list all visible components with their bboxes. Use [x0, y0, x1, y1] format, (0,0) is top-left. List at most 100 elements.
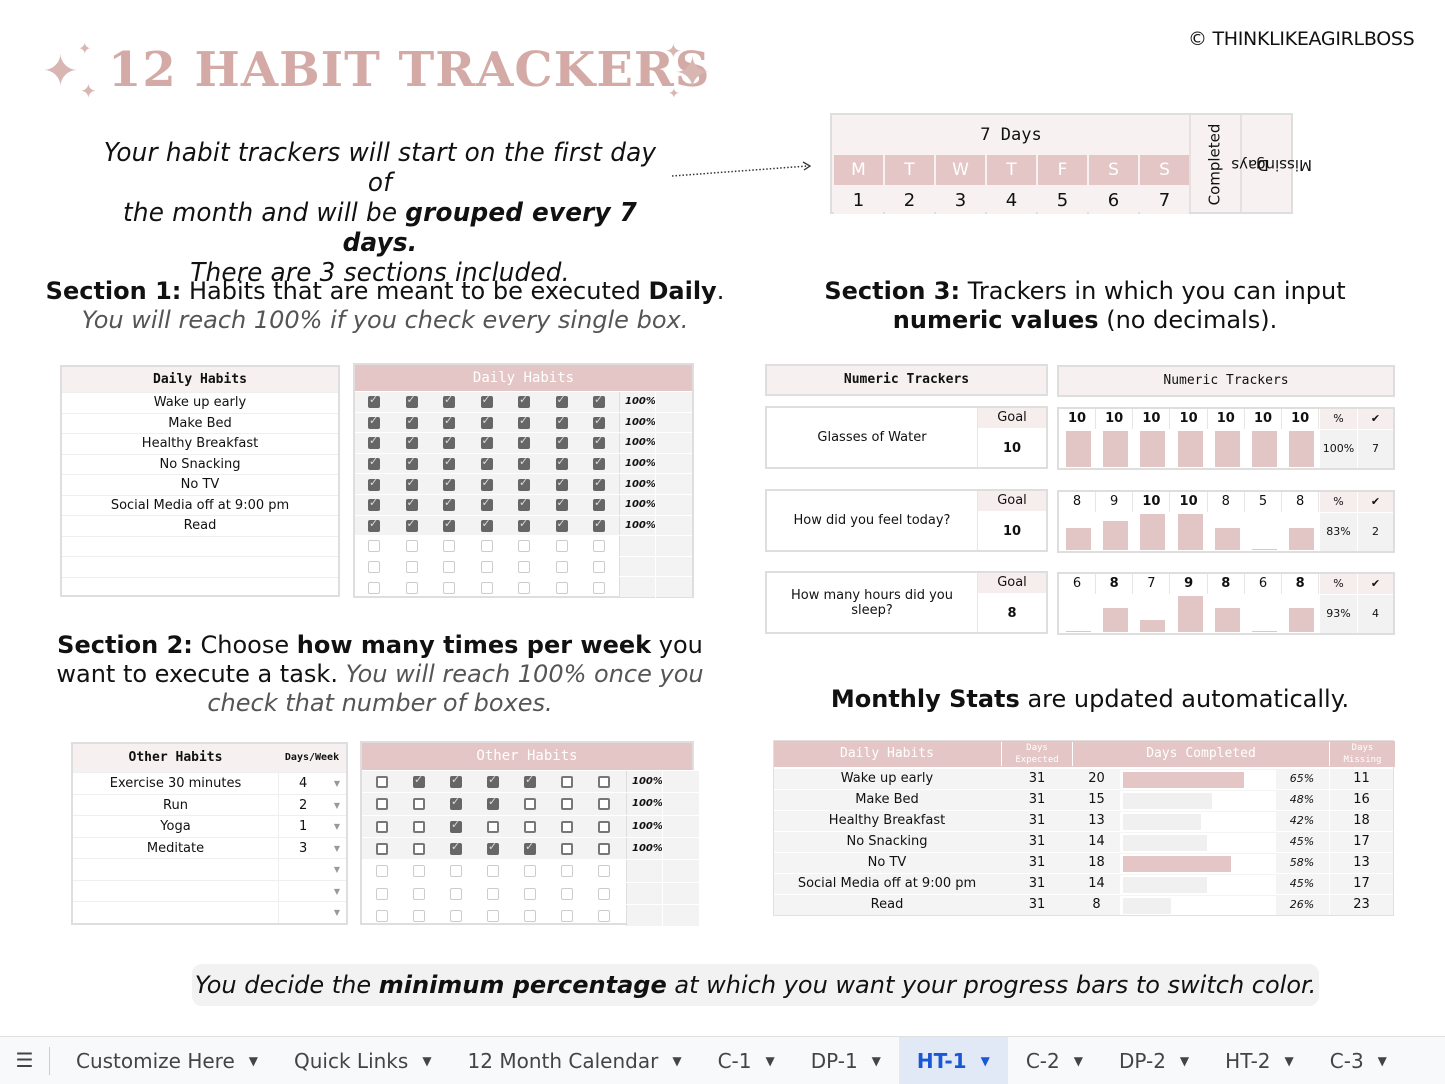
tracker-day-value[interactable]: 10	[1208, 409, 1245, 429]
checkbox-checked[interactable]	[480, 434, 493, 450]
checkbox-unchecked[interactable]	[376, 865, 388, 878]
tracker-day-value[interactable]: 9	[1171, 574, 1208, 594]
days-per-week-select[interactable]: ▼	[278, 902, 346, 923]
tracker-day-value[interactable]: 10	[1171, 492, 1208, 512]
checkbox-unchecked[interactable]	[524, 798, 536, 811]
checkbox-unchecked[interactable]	[487, 820, 499, 833]
checkbox-unchecked[interactable]	[443, 561, 455, 574]
checkbox-unchecked[interactable]	[480, 581, 493, 594]
daily-habit-item[interactable]: Make Bed	[62, 412, 338, 434]
checkbox-checked[interactable]	[480, 476, 493, 491]
checkbox-checked[interactable]	[555, 455, 568, 471]
checkbox-unchecked[interactable]	[405, 540, 418, 553]
goal-value[interactable]: 10	[978, 430, 1046, 467]
tracker-day-value[interactable]: 10	[1096, 409, 1134, 429]
checkbox-unchecked[interactable]	[487, 865, 499, 878]
tracker-name[interactable]: How many hours did you sleep?	[767, 573, 977, 632]
checkbox-checked[interactable]	[480, 455, 493, 471]
checkbox-unchecked[interactable]	[376, 820, 388, 833]
checkbox-unchecked[interactable]	[450, 887, 462, 900]
tracker-day-value[interactable]: 10	[1245, 409, 1282, 429]
tracker-day-value[interactable]: 8	[1059, 492, 1096, 512]
checkbox-unchecked[interactable]	[450, 909, 462, 922]
checkbox-unchecked[interactable]	[376, 843, 388, 856]
checkbox-checked[interactable]	[555, 434, 568, 450]
checkbox-unchecked[interactable]	[555, 581, 568, 594]
checkbox-checked[interactable]	[480, 496, 493, 512]
chevron-down-icon[interactable]: ▼	[672, 1054, 681, 1068]
checkbox-unchecked[interactable]	[487, 887, 499, 900]
other-habit-name[interactable]: Yoga	[73, 816, 278, 837]
checkbox-unchecked[interactable]	[413, 820, 425, 833]
checkbox-checked[interactable]	[405, 414, 418, 429]
days-per-week-select[interactable]: ▼	[278, 859, 346, 880]
checkbox-unchecked[interactable]	[487, 909, 499, 922]
sheet-tab[interactable]: Quick Links ▼	[276, 1037, 450, 1084]
chevron-down-icon[interactable]: ▼	[1180, 1054, 1189, 1068]
chevron-down-icon[interactable]: ▼	[872, 1054, 881, 1068]
days-per-week-select[interactable]: 2 ▼	[278, 794, 346, 815]
tracker-day-value[interactable]: 8	[1282, 492, 1320, 512]
other-habit-name[interactable]	[73, 881, 278, 902]
checkbox-unchecked[interactable]	[376, 776, 388, 789]
tracker-day-value[interactable]: 5	[1245, 492, 1282, 512]
checkbox-checked[interactable]	[405, 434, 418, 450]
goal-value[interactable]: 10	[978, 513, 1046, 550]
daily-habit-item[interactable]: Healthy Breakfast	[62, 433, 338, 454]
sheet-tab[interactable]: Customize Here ▼	[58, 1037, 276, 1084]
other-habit-name[interactable]: Meditate	[73, 838, 278, 859]
checkbox-unchecked[interactable]	[368, 561, 380, 574]
sheet-tab[interactable]: HT-1 ▼	[898, 1036, 1008, 1084]
checkbox-checked[interactable]	[443, 434, 455, 450]
tracker-name[interactable]: Glasses of Water	[767, 408, 977, 467]
checkbox-checked[interactable]	[368, 434, 380, 450]
checkbox-checked[interactable]	[487, 840, 499, 856]
days-per-week-select[interactable]: ▼	[278, 880, 346, 901]
checkbox-unchecked[interactable]	[561, 776, 573, 789]
daily-habit-item[interactable]	[62, 576, 338, 598]
checkbox-unchecked[interactable]	[524, 887, 536, 900]
chevron-down-icon[interactable]: ▼	[1378, 1054, 1387, 1068]
checkbox-checked[interactable]	[405, 476, 418, 491]
sheet-tab[interactable]: C-3 ▼	[1312, 1037, 1405, 1084]
checkbox-checked[interactable]	[450, 773, 462, 789]
checkbox-checked[interactable]	[518, 496, 530, 512]
checkbox-unchecked[interactable]	[368, 540, 380, 553]
checkbox-checked[interactable]	[368, 517, 380, 532]
sheet-tab[interactable]: C-2 ▼	[1008, 1037, 1101, 1084]
days-per-week-select[interactable]: 4 ▼	[278, 773, 346, 794]
checkbox-unchecked[interactable]	[405, 581, 418, 594]
other-habit-name[interactable]: Run	[73, 795, 278, 816]
checkbox-unchecked[interactable]	[524, 820, 536, 833]
checkbox-unchecked[interactable]	[518, 561, 530, 574]
checkbox-checked[interactable]	[368, 414, 380, 429]
checkbox-unchecked[interactable]	[561, 820, 573, 833]
checkbox-checked[interactable]	[524, 773, 536, 789]
checkbox-unchecked[interactable]	[376, 909, 388, 922]
tracker-day-value[interactable]: 10	[1133, 492, 1171, 512]
checkbox-checked[interactable]	[518, 455, 530, 471]
checkbox-unchecked[interactable]	[561, 865, 573, 878]
checkbox-checked[interactable]	[518, 414, 530, 429]
checkbox-checked[interactable]	[593, 414, 605, 429]
checkbox-unchecked[interactable]	[561, 887, 573, 900]
checkbox-checked[interactable]	[555, 414, 568, 429]
checkbox-checked[interactable]	[518, 393, 530, 409]
checkbox-checked[interactable]	[368, 455, 380, 471]
goal-value[interactable]: 8	[978, 595, 1046, 632]
sheet-tab[interactable]: HT-2 ▼	[1207, 1037, 1312, 1084]
checkbox-checked[interactable]	[518, 517, 530, 532]
checkbox-checked[interactable]	[555, 496, 568, 512]
checkbox-unchecked[interactable]	[524, 909, 536, 922]
tracker-day-value[interactable]: 9	[1096, 492, 1134, 512]
checkbox-unchecked[interactable]	[598, 865, 610, 878]
checkbox-checked[interactable]	[405, 393, 418, 409]
checkbox-unchecked[interactable]	[593, 561, 605, 574]
checkbox-checked[interactable]	[487, 795, 499, 811]
chevron-down-icon[interactable]: ▼	[1285, 1054, 1294, 1068]
chevron-down-icon[interactable]: ▼	[765, 1054, 774, 1068]
checkbox-checked[interactable]	[443, 496, 455, 512]
checkbox-unchecked[interactable]	[376, 798, 388, 811]
daily-habit-item[interactable]: Read	[62, 515, 338, 536]
tracker-day-value[interactable]: 10	[1059, 409, 1096, 429]
